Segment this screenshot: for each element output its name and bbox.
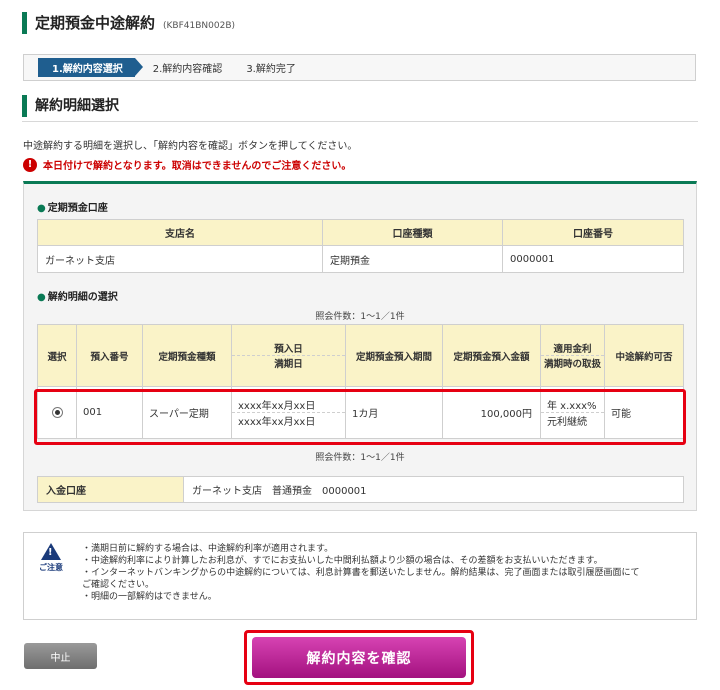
col-type: 定期預金種類: [142, 324, 232, 387]
page-title-text: 定期預金中途解約: [35, 14, 156, 32]
deposit-date-cell: xxxx年xx月xx日: [238, 401, 316, 412]
step-3: 3.解約完了: [246, 64, 296, 75]
notice-icon-group: ! ご注意: [36, 543, 66, 573]
select-radio[interactable]: [51, 407, 63, 418]
list-item: ・明細の一部解約はできません。: [82, 592, 217, 602]
account-header-row: 支店名 口座種類 口座番号: [37, 219, 684, 246]
step-1: 1.解約内容選択: [38, 58, 143, 77]
col-select: 選択: [37, 324, 77, 387]
account-type-cell: 定期預金: [322, 245, 503, 273]
list-item: ・インターネットバンキングからの中途解約については、利息計算書を郵送いたしません…: [82, 568, 640, 578]
detail-heading: 解約明細の選択: [37, 288, 118, 303]
col-maturity-handling: 満期時の取扱: [541, 355, 604, 370]
select-cell[interactable]: [37, 386, 77, 439]
col-cancel-ok: 中途解約可否: [604, 324, 684, 387]
table-row[interactable]: 001 スーパー定期 xxxx年xx月xx日 xxxx年xx月xx日 1カ月 1…: [37, 386, 684, 439]
page-code: (KBF41BN002B): [163, 21, 236, 31]
step-2: 2.解約内容確認: [152, 64, 223, 75]
step-indicator: 1.解約内容選択 2.解約内容確認 3.解約完了: [23, 54, 696, 81]
col-period: 定期預金預入期間: [345, 324, 443, 387]
list-item: ・満期日前に解約する場合は、中途解約利率が適用されます。: [82, 544, 334, 554]
notice-box: ! ご注意 ・満期日前に解約する場合は、中途解約利率が適用されます。 ・中途解約…: [23, 532, 697, 620]
instruction-text: 中途解約する明細を選択し、「解約内容を確認」ボタンを押してください。: [23, 141, 358, 152]
section-divider: [22, 121, 698, 122]
col-rate: 適用金利 満期時の取扱: [540, 324, 605, 387]
list-item: ご確認ください。: [82, 580, 155, 590]
deposit-no-cell: 001: [76, 386, 143, 439]
deposit-account-table: 入金口座 ガーネット支店 普通預金 0000001: [37, 476, 684, 503]
detail-table: 選択 預入番号 定期預金種類 預入日 満期日 定期預金預入期間 定期預金預入金額…: [37, 324, 684, 439]
col-deposit-no: 預入番号: [76, 324, 143, 387]
cancel-ok-cell: 可能: [604, 386, 684, 439]
col-dates: 預入日 満期日: [231, 324, 346, 387]
warning-triangle-icon: !: [41, 543, 61, 560]
table-row: 入金口座 ガーネット支店 普通預金 0000001: [37, 476, 684, 503]
col-account-type: 口座種類: [322, 219, 503, 246]
rate-value: 年 x.xxx%: [547, 401, 597, 412]
col-amount: 定期預金預入金額: [442, 324, 541, 387]
warning-text: 本日付けで解約となります。取消はできませんのでご注意ください。: [43, 161, 352, 172]
col-rate-label: 適用金利: [553, 344, 592, 355]
notice-list: ・満期日前に解約する場合は、中途解約利率が適用されます。 ・中途解約利率により計…: [82, 543, 639, 603]
notice-icon-label: ご注意: [39, 563, 63, 572]
account-number-cell: 0000001: [502, 245, 684, 273]
col-deposit-date: 預入日: [274, 344, 303, 355]
warning-message: ! 本日付けで解約となります。取消はできませんのでご注意ください。: [23, 157, 351, 172]
exclamation-icon: !: [23, 157, 37, 172]
result-count-top: 照会件数：1〜1／1件: [315, 312, 405, 322]
section-title: 解約明細選択: [22, 95, 119, 117]
maturity-date-cell: xxxx年xx月xx日: [232, 412, 345, 428]
branch-cell: ガーネット支店: [37, 245, 323, 273]
type-cell: スーパー定期: [142, 386, 232, 439]
account-heading: 定期預金口座: [37, 199, 108, 214]
rate-cell: 年 x.xxx% 元利継続: [540, 386, 605, 439]
col-account-number: 口座番号: [502, 219, 684, 246]
deposit-account-value: ガーネット支店 普通預金 0000001: [183, 476, 684, 503]
amount-cell: 100,000円: [442, 386, 541, 439]
page-title: 定期預金中途解約 (KBF41BN002B): [22, 12, 235, 34]
account-table: 支店名 口座種類 口座番号 ガーネット支店 定期預金 0000001: [37, 219, 684, 273]
detail-header-row: 選択 預入番号 定期預金種類 預入日 満期日 定期預金預入期間 定期預金預入金額…: [37, 324, 684, 387]
list-item: ・中途解約利率により計算したお利息が、すでにお支払いした中間利払額より少額の場合…: [82, 556, 603, 566]
result-count-bottom: 照会件数：1〜1／1件: [315, 453, 405, 463]
maturity-handling-value: 元利継続: [541, 412, 604, 428]
col-branch: 支店名: [37, 219, 323, 246]
deposit-account-label: 入金口座: [37, 476, 184, 503]
confirm-button[interactable]: 解約内容を確認: [252, 637, 466, 678]
period-cell: 1カ月: [345, 386, 443, 439]
col-maturity-date: 満期日: [232, 355, 345, 370]
cancel-button[interactable]: 中止: [24, 643, 97, 669]
dates-cell: xxxx年xx月xx日 xxxx年xx月xx日: [231, 386, 346, 439]
table-row: ガーネット支店 定期預金 0000001: [37, 245, 684, 273]
